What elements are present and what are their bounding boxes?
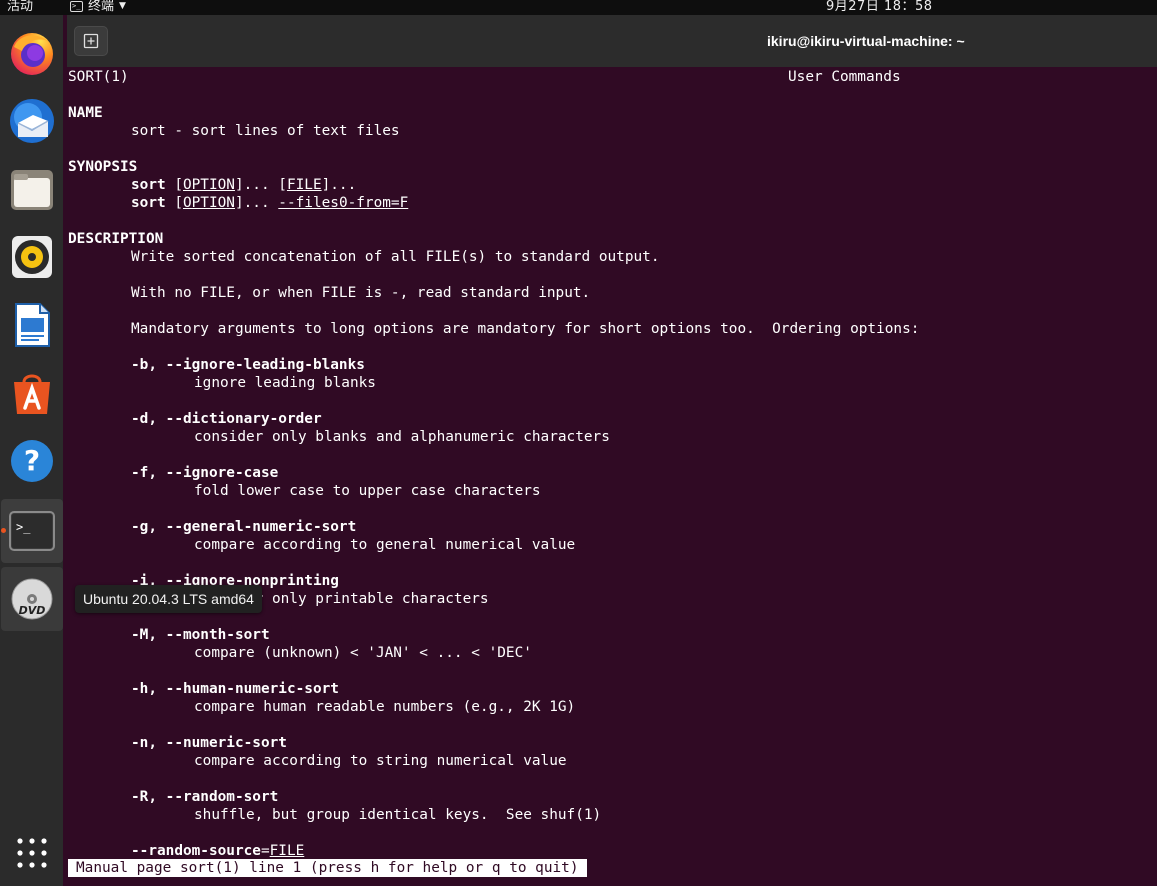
option-flag-eq: = [260,843,270,859]
option-desc: compare according to string numerical va… [194,753,567,769]
synopsis-punct: [ [165,195,183,211]
terminal-headerbar: ikiru@ikiru-virtual-machine: ~ [67,15,1157,68]
dock-item-files[interactable] [0,157,63,221]
section-heading: NAME [68,105,103,121]
man-header-left: SORT(1) [68,69,129,85]
option-desc: compare according to general numerical v… [194,537,576,553]
dock-item-libreoffice-writer[interactable] [0,293,63,357]
files-icon [10,170,53,210]
dock-tooltip: Ubuntu 20.04.3 LTS amd64 [75,585,262,613]
terminal-icon: >_ [9,511,55,551]
new-tab-button[interactable] [74,26,108,56]
show-applications-button[interactable] [0,821,63,885]
chevron-down-icon: ▼ [119,1,126,11]
option-flag-line: --random-source=FILE [131,842,304,860]
app-menu-label: 终端 [88,0,115,14]
option-desc: shuffle, but group identical keys. See s… [194,807,602,823]
synopsis-line: sort [OPTION]... --files0-from=F [131,194,408,212]
app-menu[interactable]: >_ 终端 ▼ [70,0,126,14]
man-header-center: User Commands [788,69,901,85]
section-heading: SYNOPSIS [68,159,138,175]
synopsis-cmd: sort [131,195,166,211]
dock: ? >_ DVD [0,15,63,886]
activities-button[interactable]: 活动 [7,0,33,14]
dock-item-firefox[interactable] [0,21,63,85]
new-tab-icon [83,33,99,49]
synopsis-punct: [ [165,177,183,193]
firefox-icon [10,33,53,75]
running-indicator [1,528,6,533]
help-icon: ? [10,440,53,482]
description-line: Mandatory arguments to long options are … [131,321,920,337]
description-line: With no FILE, or when FILE is -, read st… [131,285,591,301]
dock-item-help[interactable]: ? [0,429,63,493]
synopsis-arg: FILE [286,177,322,193]
option-flag: -R, --random-sort [131,789,279,805]
option-flag: -h, --human-numeric-sort [131,681,339,697]
option-flag: -g, --general-numeric-sort [131,519,357,535]
libreoffice-writer-icon [14,303,50,347]
dock-item-terminal[interactable]: >_ [1,499,63,563]
terminal-app-icon: >_ [70,1,83,12]
terminal-content[interactable]: SORT(1) User Commands NAME sort - sort l… [67,67,1157,886]
option-desc: ignore leading blanks [194,375,376,391]
svg-text:>_: >_ [16,520,31,534]
synopsis-arg: --files0-from=F [278,195,409,211]
app-grid-icon [16,838,47,868]
option-flag: -n, --numeric-sort [131,735,287,751]
option-desc: consider only blanks and alphanumeric ch… [194,429,610,445]
window-title: ikiru@ikiru-virtual-machine: ~ [767,33,965,49]
option-desc: fold lower case to upper case characters [194,483,541,499]
description-line: Write sorted concatenation of all FILE(s… [131,249,660,265]
dock-item-ubuntu-software[interactable] [0,361,63,425]
clock[interactable]: 9月27日 18：58 [826,0,933,14]
top-bar: 活动 >_ 终端 ▼ 9月27日 18：58 [0,0,1157,15]
option-flag: -d, --dictionary-order [131,411,322,427]
option-flag: -M, --month-sort [131,627,270,643]
svg-text:?: ? [23,444,39,477]
dock-item-dvd[interactable]: DVD [1,567,63,631]
synopsis-option: OPTION [182,177,235,193]
synopsis-punct: ]... [234,195,279,211]
synopsis-punct: ]... [ [234,177,287,193]
synopsis-punct: ]... [321,177,357,193]
option-desc: compare (unknown) < 'JAN' < ... < 'DEC' [194,645,532,661]
dock-item-rhythmbox[interactable] [0,225,63,289]
ubuntu-software-icon [13,374,50,414]
pager-status-line: Manual page sort(1) line 1 (press h for … [68,859,587,877]
synopsis-cmd: sort [131,177,166,193]
section-heading: DESCRIPTION [68,231,164,247]
thunderbird-icon [9,99,54,143]
option-flag: -f, --ignore-case [131,465,279,481]
option-flag: --random-source [131,843,261,859]
dvd-icon: DVD [11,578,53,620]
name-text: sort - sort lines of text files [131,123,400,139]
synopsis-line: sort [OPTION]... [FILE]... [131,176,356,194]
option-desc: compare human readable numbers (e.g., 2K… [194,699,576,715]
dock-item-thunderbird[interactable] [0,89,63,153]
option-flag-arg: FILE [269,843,305,859]
svg-text:DVD: DVD [19,604,46,617]
rhythmbox-icon [11,236,52,278]
option-flag: -b, --ignore-leading-blanks [131,357,365,373]
synopsis-option: OPTION [182,195,235,211]
